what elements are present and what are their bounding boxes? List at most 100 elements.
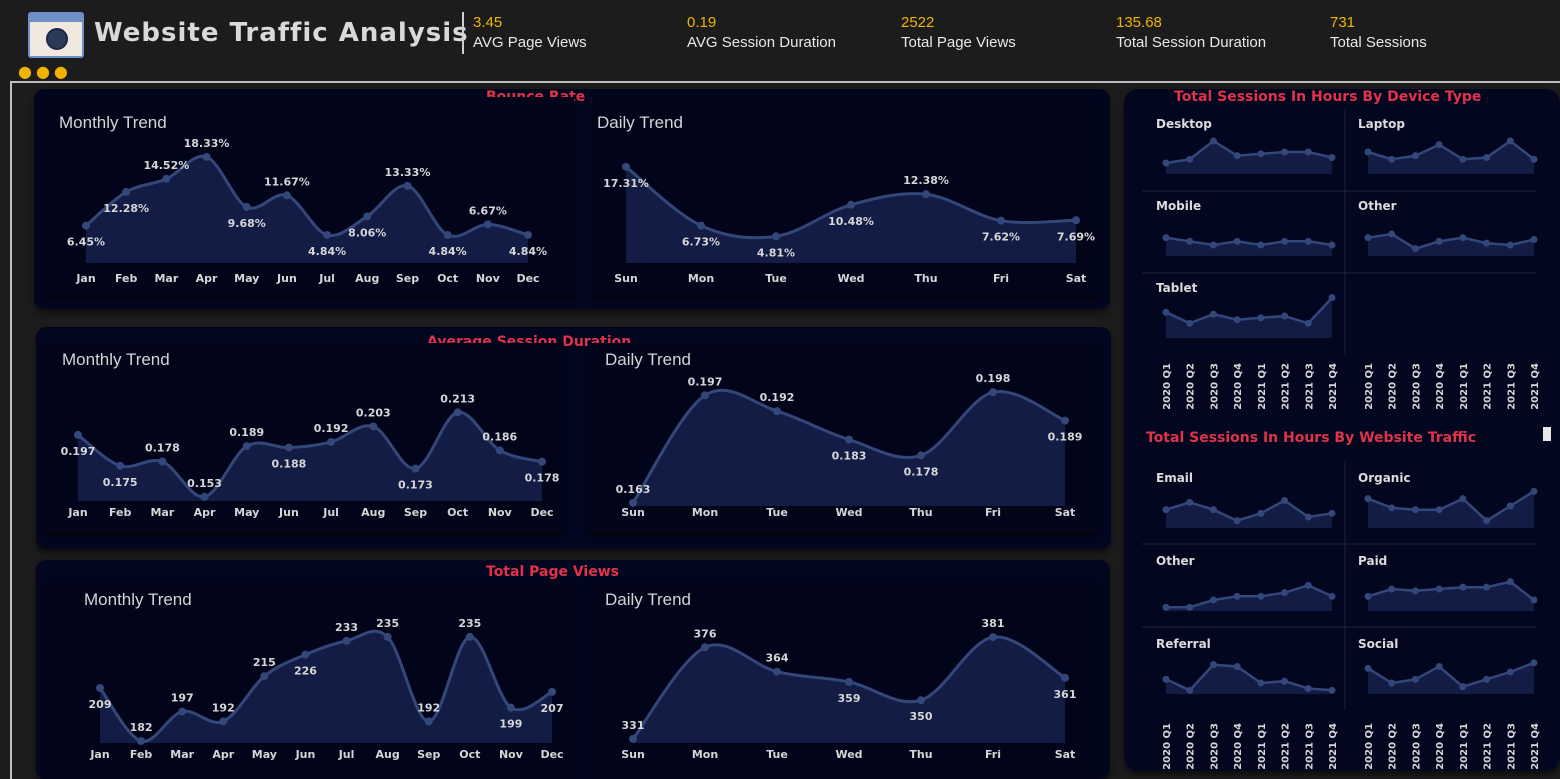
data-point (327, 437, 336, 446)
duration-daily-chart: 0.163 Sun 0.197 Mon 0.192 Tue 0.183 Wed 0.178 Thu… (616, 372, 1083, 519)
data-point (1506, 578, 1514, 586)
data-point (495, 446, 504, 455)
x-tick-label: Aug (376, 748, 400, 761)
bounce-monthly-chart: 6.45% Jan 12.28% Feb 14.52% Mar 18.33% Apr 9.68%… (67, 137, 547, 285)
x-tick-label: Aug (361, 506, 385, 519)
data-point (1506, 502, 1514, 510)
x-tick-label: 2020 Q4 (1233, 363, 1244, 410)
data-point (773, 667, 781, 676)
data-point (1061, 416, 1069, 425)
data-point (1304, 319, 1312, 327)
data-point (1209, 137, 1217, 145)
data-label: 0.203 (356, 406, 391, 419)
x-tick-label: Oct (459, 748, 480, 761)
data-point (1364, 664, 1372, 672)
data-point (1388, 504, 1396, 512)
data-point (1233, 663, 1241, 670)
data-label: 4.81% (757, 246, 795, 259)
data-point (96, 684, 104, 692)
x-tick-label: Oct (447, 506, 468, 519)
kpi-avg-session-duration: 0.19 AVG Session Duration (687, 14, 836, 51)
data-point (411, 464, 420, 473)
x-tick-label: 2021 Q1 (1257, 723, 1268, 770)
x-tick-label: Fri (985, 506, 1001, 519)
bounce-daily-card: Daily Trend 17.31% Sun 6.73% Mon 4.81% Tue 10.… (594, 97, 1098, 297)
data-point (1209, 310, 1217, 318)
kpi-value: 0.19 (687, 14, 717, 31)
x-tick-label: 2020 Q3 (1411, 363, 1422, 410)
data-point (548, 687, 556, 696)
series-name: Laptop (1358, 117, 1405, 131)
data-point (1304, 513, 1312, 521)
x-tick-label: May (252, 748, 277, 761)
data-label: 226 (294, 665, 317, 678)
sessions-small-multiples-panel: Total Sessions In Hours By Device Type T… (1124, 89, 1560, 771)
data-label: 0.213 (440, 392, 475, 405)
x-tick-label: 2021 Q4 (1530, 363, 1541, 410)
data-point (538, 457, 546, 466)
x-tick-label: 2021 Q2 (1483, 723, 1494, 770)
x-tick-label: Nov (499, 748, 524, 761)
x-tick-label: 2021 Q3 (1506, 363, 1517, 410)
data-label: 18.33% (184, 137, 230, 150)
data-label: 0.178 (525, 472, 560, 485)
data-label: 17.31% (603, 177, 649, 190)
data-point (1435, 585, 1443, 593)
data-label: 233 (335, 621, 358, 634)
people-icon: ●●● (18, 62, 72, 81)
x-tick-label: May (234, 272, 259, 285)
data-point (1257, 509, 1265, 517)
data-label: 7.69% (1057, 230, 1095, 243)
data-point (622, 162, 630, 171)
series-name: Other (1358, 199, 1397, 213)
data-point (1506, 137, 1514, 145)
data-point (242, 202, 251, 211)
bounce-daily-chart: 17.31% Sun 6.73% Mon 4.81% Tue 10.48% Wed 12.38%… (603, 162, 1095, 285)
data-point (1186, 686, 1194, 694)
x-tick-label: 2020 Q1 (1364, 723, 1375, 770)
data-label: 0.189 (1048, 431, 1083, 444)
x-tick-label: Jan (89, 748, 109, 761)
x-tick-label: Apr (212, 748, 234, 761)
data-point (1186, 319, 1194, 327)
data-point (1459, 583, 1467, 591)
data-point (1364, 234, 1372, 242)
data-point (1257, 592, 1265, 600)
data-point (989, 633, 997, 642)
data-point (1162, 159, 1170, 167)
data-point (1388, 679, 1396, 687)
x-tick-label: 2020 Q4 (1435, 723, 1446, 770)
x-tick-label: Sun (621, 748, 645, 761)
scrollbar-thumb[interactable] (1543, 427, 1551, 441)
x-tick-label: Jan (67, 506, 87, 519)
data-point (369, 422, 378, 431)
kpi-value: 135.68 (1116, 14, 1162, 31)
data-point (773, 407, 781, 416)
x-tick-label: Jun (278, 506, 299, 519)
data-label: 12.38% (903, 174, 949, 187)
kpi-value: 2522 (901, 14, 935, 31)
data-point (1483, 517, 1491, 525)
x-tick-label: Nov (488, 506, 513, 519)
data-point (917, 696, 925, 705)
data-label: 10.48% (828, 215, 874, 228)
data-label: 0.186 (482, 430, 517, 443)
data-point (1364, 148, 1372, 156)
series-name: Mobile (1156, 199, 1201, 213)
data-point (1388, 585, 1396, 593)
data-point (1483, 583, 1491, 591)
x-tick-label: 2021 Q2 (1281, 363, 1292, 410)
x-tick-label: Mon (688, 272, 714, 285)
x-tick-label: 2020 Q4 (1233, 723, 1244, 770)
x-tick-label: Jul (322, 506, 339, 519)
data-point (1328, 686, 1336, 694)
data-point (301, 650, 310, 659)
x-tick-label: 2021 Q2 (1281, 723, 1292, 770)
data-point (629, 734, 637, 743)
page-views-panel: Total Page Views Monthly Trend 209 Jan 182… (36, 560, 1110, 779)
session-duration-panel: Average Session Duration Monthly Trend 0… (36, 327, 1111, 549)
data-label: 11.67% (264, 175, 310, 188)
x-tick-label: Jul (338, 748, 355, 761)
data-point (1411, 245, 1419, 253)
data-point (1257, 241, 1265, 249)
